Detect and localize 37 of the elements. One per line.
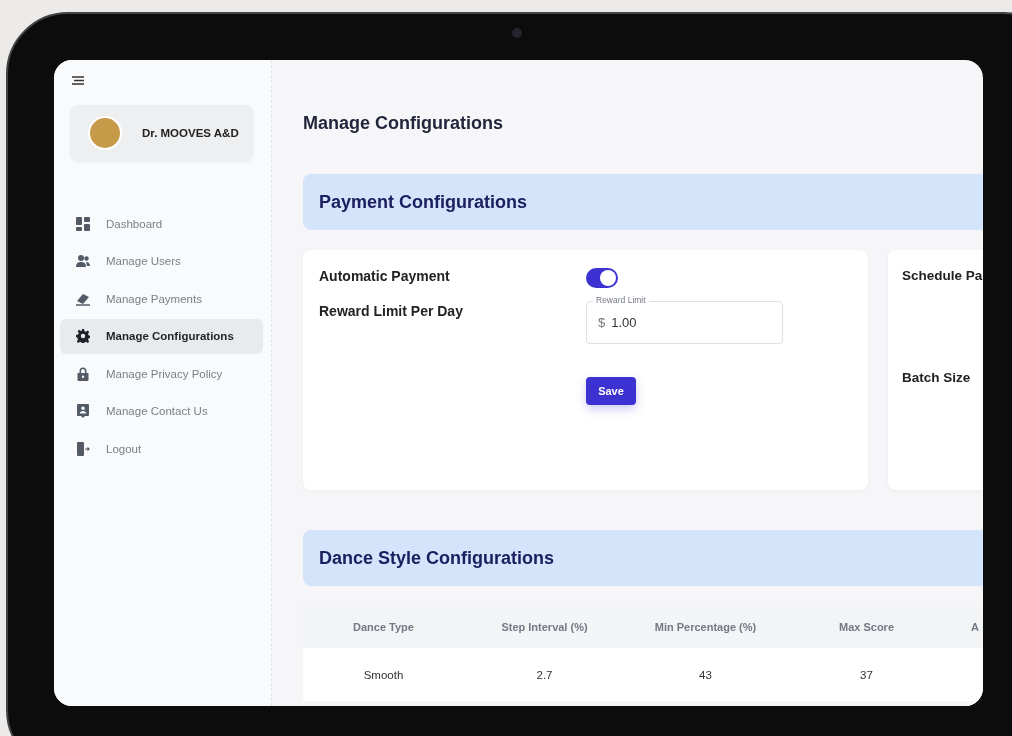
setting-label: Schedule Pa xyxy=(902,268,983,283)
settings-icon xyxy=(76,329,90,344)
column-header: A xyxy=(970,621,980,633)
sidebar-item[interactable]: Dashboard xyxy=(60,206,263,242)
table-cell-text: 37 xyxy=(859,668,874,681)
sidebar-item[interactable]: Manage Payments xyxy=(60,281,263,317)
sidebar-item[interactable]: Manage Users xyxy=(60,243,263,279)
sidebar-item[interactable]: Logout xyxy=(60,431,263,467)
column-header: Min Percentage (%) xyxy=(653,621,758,633)
camera-icon xyxy=(512,28,522,38)
sidebar-item[interactable]: Manage Configurations xyxy=(60,318,263,354)
column-header: Max Score xyxy=(838,621,895,633)
avatar xyxy=(88,116,122,150)
reward-limit-field[interactable]: Reward Limit $ 1.00 xyxy=(586,295,783,344)
save-button[interactable]: Save xyxy=(586,377,636,405)
section-header: Payment Configurations xyxy=(303,174,983,230)
dashboard-icon xyxy=(76,216,90,231)
sidebar-item[interactable]: Manage Privacy Policy xyxy=(60,356,263,392)
toggle-switch[interactable] xyxy=(586,268,618,288)
page-title: Manage Configurations xyxy=(303,113,504,134)
pencil-icon xyxy=(76,291,90,306)
table-cell-text: 2.7 xyxy=(535,668,554,681)
profile-name: Dr. MOOVES A&D xyxy=(142,127,239,139)
column-header: Dance Type xyxy=(352,621,415,633)
setting-label: Reward Limit Per Day xyxy=(319,303,464,319)
section-header: Dance Style Configurations xyxy=(303,530,983,586)
sidebar-item[interactable]: Manage Contact Us xyxy=(60,393,263,429)
menu-icon[interactable] xyxy=(72,76,84,85)
setting-label: Automatic Payment xyxy=(319,268,451,284)
contact-card-icon xyxy=(76,404,90,419)
logout-icon xyxy=(76,441,90,456)
table-cell-text: Smooth xyxy=(362,668,405,681)
users-icon xyxy=(76,254,90,269)
table-cell-text: 43 xyxy=(698,668,713,681)
setting-label: Batch Size xyxy=(902,370,972,385)
lock-icon xyxy=(76,366,90,381)
column-header: Step Interval (%) xyxy=(500,621,589,633)
